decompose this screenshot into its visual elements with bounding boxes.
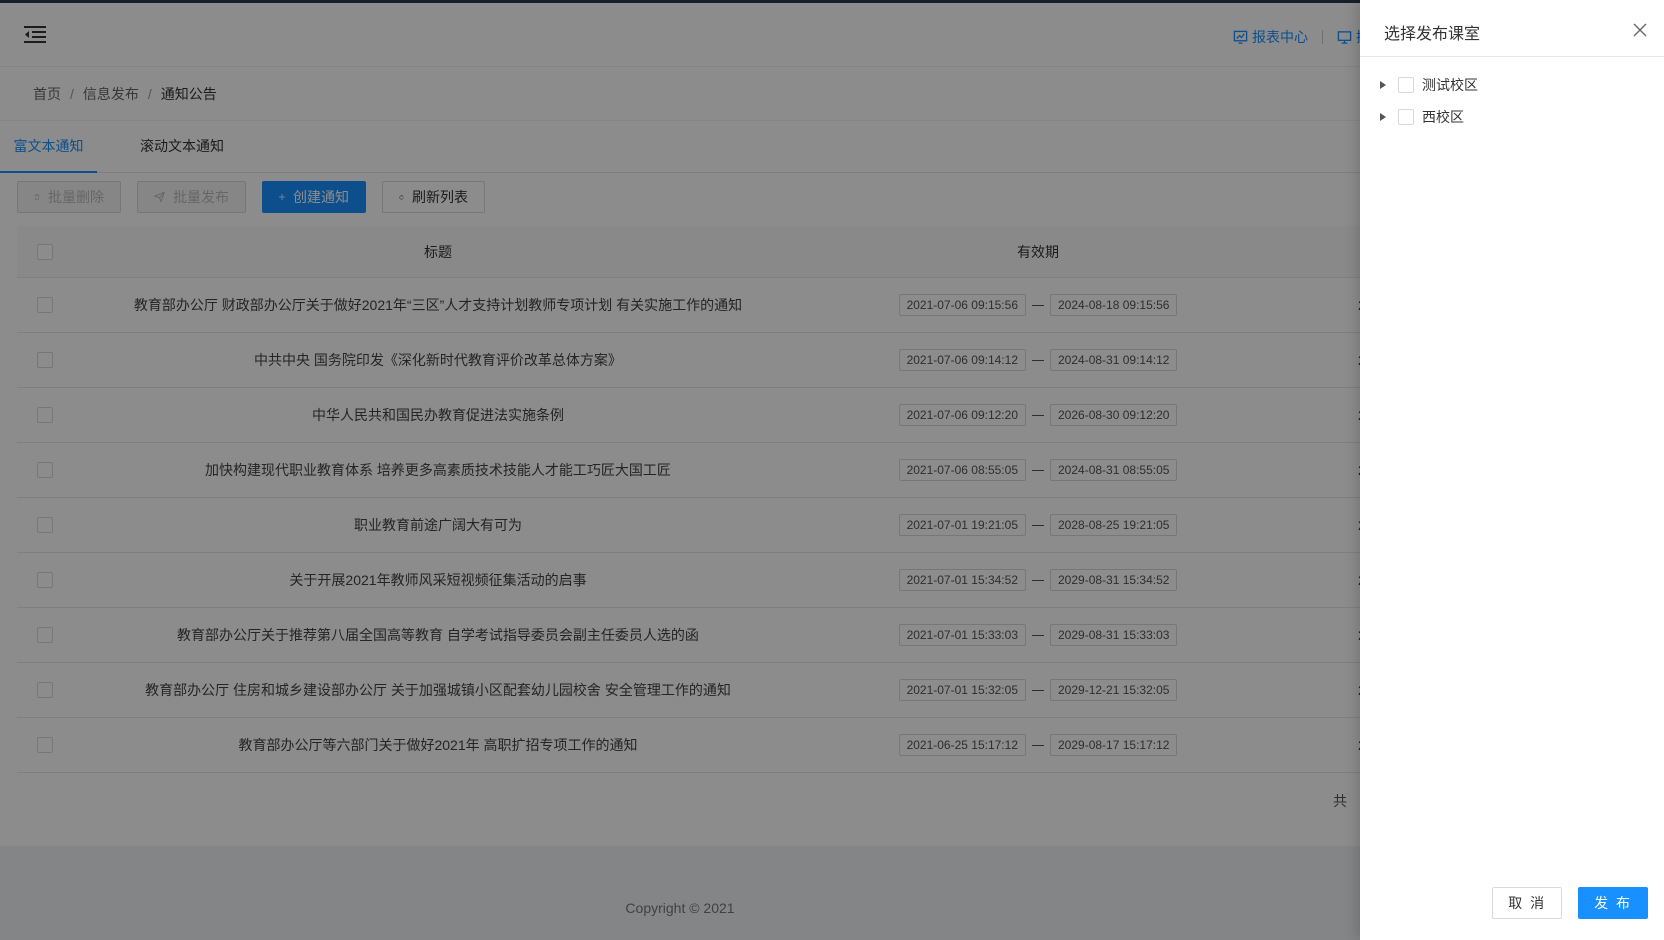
campus-tree: 测试校区 西校区 (1360, 57, 1664, 133)
caret-right-icon[interactable] (1378, 112, 1388, 122)
close-icon[interactable] (1632, 22, 1648, 38)
drawer-footer: 取 消 发 布 (1360, 887, 1664, 940)
tree-node-test-campus: 测试校区 (1360, 69, 1664, 101)
caret-right-icon[interactable] (1378, 80, 1388, 90)
tree-node-label[interactable]: 测试校区 (1422, 75, 1478, 95)
app-root: 报表中心 插件 首页 / 信息发布 / 通知公告 富文本通知 滚动文本通知 (0, 0, 1664, 940)
drawer-title: 选择发布课室 (1384, 26, 1481, 43)
tree-node-checkbox[interactable] (1398, 109, 1414, 125)
tree-node-checkbox[interactable] (1398, 77, 1414, 93)
drawer-header: 选择发布课室 (1360, 0, 1664, 57)
publish-room-drawer: 选择发布课室 测试校区 西校区 取 消 发 布 (1360, 0, 1664, 940)
tree-node-label[interactable]: 西校区 (1422, 107, 1464, 127)
tree-node-west-campus: 西校区 (1360, 101, 1664, 133)
publish-button[interactable]: 发 布 (1578, 887, 1648, 919)
cancel-button[interactable]: 取 消 (1492, 887, 1563, 919)
